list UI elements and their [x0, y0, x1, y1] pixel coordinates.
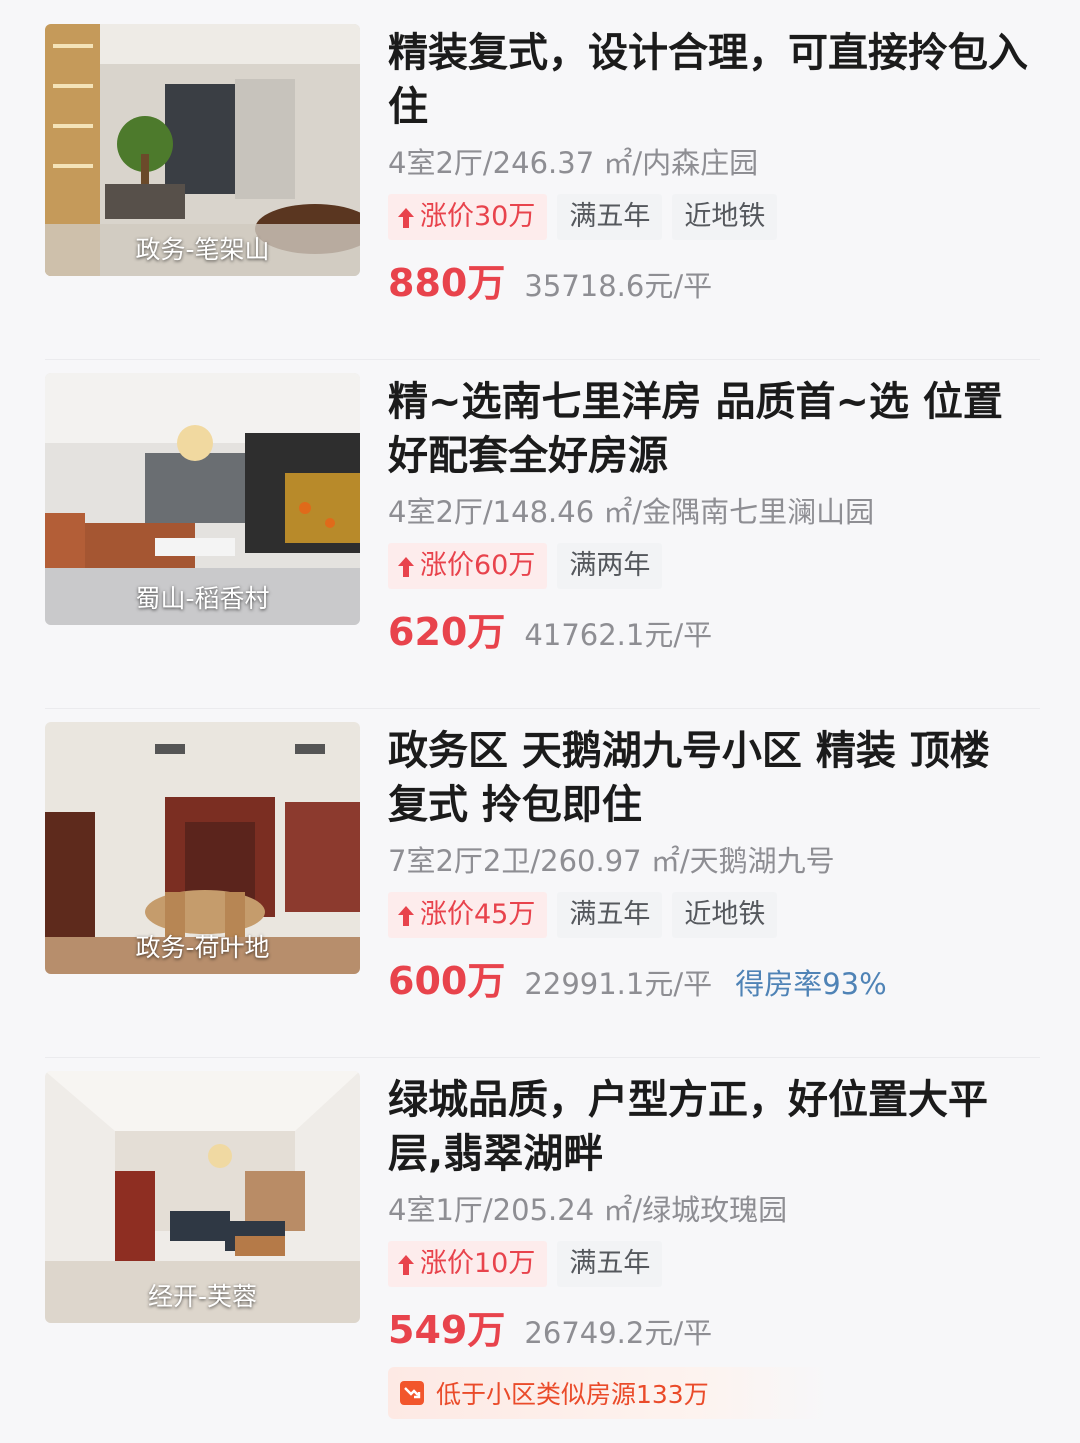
price-change-tag: 涨价10万: [388, 1241, 548, 1287]
price-row: 620万 41762.1元/平: [388, 601, 712, 656]
tag-row: 涨价45万 满五年 近地铁: [388, 892, 787, 938]
arrow-up-icon: [398, 557, 414, 577]
arrow-up-icon: [398, 208, 414, 228]
tag-row: 涨价60万 满两年: [388, 543, 672, 589]
listing-meta: 7室2厅2卫/260.97 ㎡/天鹅湖九号: [388, 844, 835, 878]
unit-price: 26749.2元/平: [524, 1316, 713, 1350]
area-label: 政务-荷叶地: [135, 933, 270, 962]
listing-card[interactable]: 政务-荷叶地 政务区 天鹅湖九号小区 精装 顶楼复式 拎包即住 7室2厅2卫/2…: [0, 708, 1080, 1022]
area-label: 蜀山-稻香村: [135, 584, 270, 613]
price-change-label: 涨价30万: [420, 201, 536, 232]
arrow-up-icon: [398, 1255, 414, 1275]
price-change-tag: 涨价30万: [388, 194, 548, 240]
total-price: 880万: [388, 261, 506, 305]
tag-row: 涨价30万 满五年 近地铁: [388, 194, 787, 240]
price-row: 600万 22991.1元/平 得房率93%: [388, 950, 887, 1005]
listing-title[interactable]: 政务区 天鹅湖九号小区 精装 顶楼复式 拎包即住: [388, 724, 1028, 832]
listing-photo[interactable]: 经开-芙蓉: [45, 1071, 360, 1323]
price-change-tag: 涨价60万: [388, 543, 548, 589]
listing-meta: 4室2厅/148.46 ㎡/金隅南七里澜山园: [388, 495, 875, 529]
listing-title[interactable]: 精装复式，设计合理，可直接拎包入住: [388, 26, 1028, 134]
listing-card[interactable]: 蜀山-稻香村 精~选南七里洋房 品质首~选 位置好配套全好房源 4室2厅/148…: [0, 359, 1080, 673]
listing-feed: 政务-笔架山 精装复式，设计合理，可直接拎包入住 4室2厅/246.37 ㎡/内…: [0, 0, 1080, 1443]
listing-meta: 4室2厅/246.37 ㎡/内森庄园: [388, 146, 759, 180]
total-price: 600万: [388, 959, 506, 1003]
price-change-label: 涨价45万: [420, 899, 536, 930]
unit-price: 22991.1元/平: [524, 967, 713, 1001]
listing-photo[interactable]: 蜀山-稻香村: [45, 373, 360, 625]
arrow-up-icon: [398, 906, 414, 926]
listing-card[interactable]: 政务-笔架山 精装复式，设计合理，可直接拎包入住 4室2厅/246.37 ㎡/内…: [0, 24, 1080, 324]
tag-row: 涨价10万 满五年: [388, 1241, 672, 1287]
total-price: 549万: [388, 1308, 506, 1352]
price-change-label: 涨价60万: [420, 550, 536, 581]
unit-price: 35718.6元/平: [524, 269, 713, 303]
tag-label: 满五年: [557, 194, 663, 240]
listing-title[interactable]: 绿城品质，户型方正，好位置大平层,翡翠湖畔: [388, 1073, 1028, 1181]
price-row: 880万 35718.6元/平: [388, 252, 712, 307]
area-label: 政务-笔架山: [135, 235, 270, 264]
listing-card[interactable]: 经开-芙蓉 绿城品质，户型方正，好位置大平层,翡翠湖畔 4室1厅/205.24 …: [0, 1057, 1080, 1419]
area-label: 经开-芙蓉: [147, 1282, 258, 1311]
tag-label: 近地铁: [672, 892, 778, 938]
tag-label: 满五年: [557, 892, 663, 938]
listing-photo[interactable]: 政务-荷叶地: [45, 722, 360, 974]
price-comparison-text: 低于小区类似房源133万: [436, 1380, 709, 1409]
tag-label: 近地铁: [672, 194, 778, 240]
price-change-label: 涨价10万: [420, 1248, 536, 1279]
floor-area-rate: 得房率93%: [735, 967, 887, 1001]
tag-label: 满两年: [557, 543, 663, 589]
price-row: 549万 26749.2元/平: [388, 1299, 712, 1354]
trend-down-icon: [400, 1381, 424, 1405]
tag-label: 满五年: [557, 1241, 663, 1287]
listing-title[interactable]: 精~选南七里洋房 品质首~选 位置好配套全好房源: [388, 375, 1028, 483]
total-price: 620万: [388, 610, 506, 654]
listing-photo[interactable]: 政务-笔架山: [45, 24, 360, 276]
listing-meta: 4室1厅/205.24 ㎡/绿城玫瑰园: [388, 1193, 788, 1227]
price-comparison-banner[interactable]: 低于小区类似房源133万: [388, 1367, 828, 1419]
unit-price: 41762.1元/平: [524, 618, 713, 652]
price-change-tag: 涨价45万: [388, 892, 548, 938]
